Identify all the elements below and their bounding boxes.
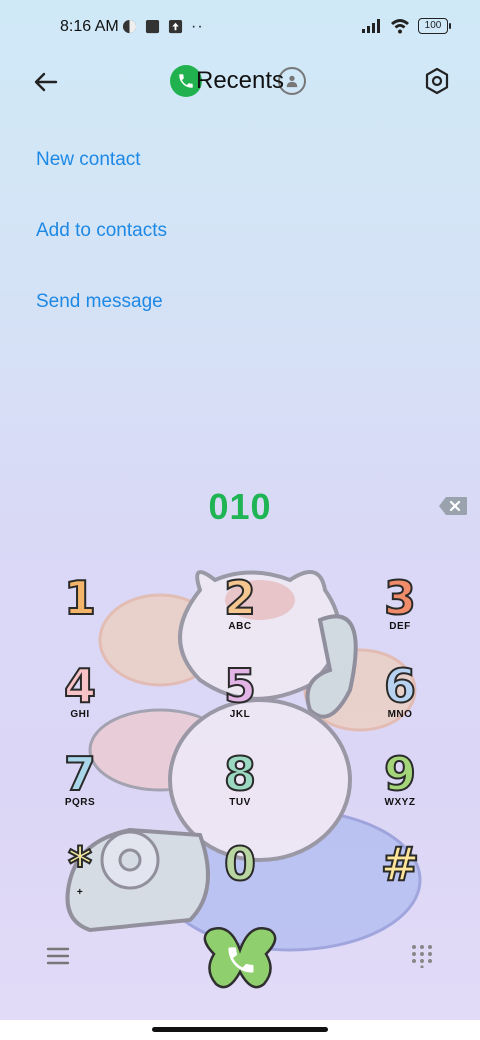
- dial-key-7[interactable]: 7 PQRS: [40, 747, 120, 830]
- home-indicator[interactable]: [152, 1027, 328, 1032]
- status-time: 8:16 AM: [60, 18, 119, 35]
- settings-icon[interactable]: [420, 64, 454, 98]
- back-arrow-icon[interactable]: [28, 64, 64, 100]
- dial-key-6[interactable]: 6 MNO: [360, 659, 440, 742]
- title-group: Recents: [170, 62, 307, 100]
- dial-key-1[interactable]: 1: [40, 571, 120, 654]
- app-bar: Recents: [0, 56, 480, 106]
- dial-key-hash[interactable]: #: [360, 837, 440, 920]
- backspace-icon[interactable]: [438, 496, 468, 516]
- battery-icon: 100: [418, 18, 451, 34]
- dial-key-9[interactable]: 9 WXYZ: [360, 747, 440, 830]
- dial-key-digit: 5: [223, 659, 257, 713]
- dial-key-2[interactable]: 2 ABC: [200, 571, 280, 654]
- notification-icons: ··: [122, 17, 204, 35]
- dial-key-letters: GHI: [70, 709, 90, 720]
- dial-key-0[interactable]: 0: [200, 837, 280, 920]
- dial-key-letters: MNO: [387, 709, 413, 720]
- system-status: 100: [362, 18, 451, 34]
- more-notifications-icon: ··: [191, 17, 204, 35]
- dial-key-digit: *: [67, 837, 93, 891]
- dial-key-digit: 4: [63, 659, 97, 713]
- navigation-bar: [0, 1020, 480, 1040]
- dial-key-letters: WXYZ: [384, 797, 416, 808]
- send-message-link[interactable]: Send message: [36, 291, 163, 313]
- dial-key-digit: 6: [383, 659, 417, 713]
- dial-key-5[interactable]: 5 JKL: [200, 659, 280, 742]
- dial-key-letters: PQRS: [64, 797, 96, 808]
- dial-key-letters: ABC: [228, 621, 252, 632]
- wifi-icon: [391, 19, 409, 34]
- dial-key-digit: 2: [223, 571, 257, 625]
- dial-key-digit: 8: [223, 747, 257, 801]
- dial-key-digit: 7: [63, 747, 97, 801]
- dial-key-digit: 3: [383, 571, 417, 625]
- dial-key-digit: 0: [223, 837, 257, 891]
- dial-key-letters: TUV: [229, 797, 251, 808]
- bottom-bar: [0, 910, 480, 1000]
- menu-icon[interactable]: [46, 946, 70, 966]
- app-notification-icon: [145, 19, 160, 34]
- dial-key-4[interactable]: 4 GHI: [40, 659, 120, 742]
- dial-key-letters: JKL: [229, 709, 251, 720]
- dial-key-letters: DEF: [389, 621, 411, 632]
- dial-key-3[interactable]: 3 DEF: [360, 571, 440, 654]
- new-contact-link[interactable]: New contact: [36, 149, 141, 171]
- dial-key-digit: #: [380, 837, 421, 891]
- dial-key-star[interactable]: * +: [40, 837, 120, 920]
- status-bar: 8:16 AM ·· 100: [0, 0, 480, 56]
- vpn-icon: [122, 19, 137, 34]
- page-title: Recents: [196, 67, 285, 94]
- dialpad-grid-icon[interactable]: [410, 944, 434, 968]
- dial-key-letters: +: [76, 887, 84, 898]
- dialed-number: 010: [208, 486, 272, 527]
- dial-key-digit: 9: [383, 747, 417, 801]
- add-to-contacts-link[interactable]: Add to contacts: [36, 220, 167, 242]
- upload-icon: [168, 19, 183, 34]
- dial-key-8[interactable]: 8 TUV: [200, 747, 280, 830]
- dial-key-digit: 1: [63, 571, 97, 625]
- signal-icon: [362, 19, 380, 33]
- call-icon[interactable]: [200, 918, 280, 998]
